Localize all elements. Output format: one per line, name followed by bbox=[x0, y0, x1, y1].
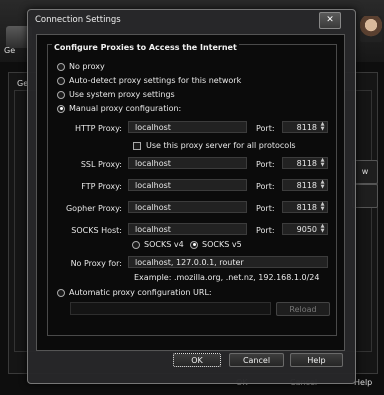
ftp-proxy-input[interactable]: localhost bbox=[128, 179, 247, 191]
socks-host-label: SOCKS Host: bbox=[71, 226, 122, 235]
no-proxy-for-label: No Proxy for: bbox=[70, 259, 122, 268]
http-port-stepper[interactable]: 8118 ▲ ▼ bbox=[282, 121, 328, 133]
socks-v5-option[interactable]: SOCKS v5 bbox=[190, 240, 242, 249]
gopher-port-label: Port: bbox=[256, 204, 275, 213]
ssl-proxy-input[interactable]: localhost bbox=[128, 157, 247, 169]
manual-proxy-radio[interactable] bbox=[57, 104, 65, 113]
auto-url-radio[interactable] bbox=[57, 288, 65, 297]
titlebar[interactable]: Connection Settings ✕ bbox=[28, 10, 355, 30]
stepper-arrows-icon[interactable]: ▲ ▼ bbox=[319, 122, 326, 132]
system-proxy-label: Use system proxy settings bbox=[69, 90, 175, 99]
socks-v5-label: SOCKS v5 bbox=[202, 240, 242, 249]
help-button[interactable]: Help bbox=[290, 353, 343, 367]
reload-button[interactable]: Reload bbox=[276, 302, 330, 316]
ok-button[interactable]: OK bbox=[173, 353, 221, 367]
socks-v4-option[interactable]: SOCKS v4 bbox=[132, 240, 184, 249]
system-proxy-radio[interactable] bbox=[57, 90, 65, 99]
no-proxy-for-input[interactable]: localhost, 127.0.0.1, router bbox=[128, 256, 328, 268]
http-port-value: 8118 bbox=[296, 123, 317, 132]
auto-url-input[interactable] bbox=[70, 302, 271, 315]
stepper-arrows-icon[interactable]: ▲ ▼ bbox=[319, 202, 326, 212]
manual-proxy-option[interactable]: Manual proxy configuration: bbox=[57, 104, 181, 113]
ftp-port-value: 8118 bbox=[296, 181, 317, 190]
group-title: Configure Proxies to Access the Internet bbox=[52, 43, 239, 52]
ssl-port-label: Port: bbox=[256, 160, 275, 169]
http-proxy-input[interactable]: localhost bbox=[128, 121, 247, 133]
stepper-arrows-icon[interactable]: ▲ ▼ bbox=[319, 180, 326, 190]
auto-detect-label: Auto-detect proxy settings for this netw… bbox=[69, 76, 242, 85]
auto-detect-radio[interactable] bbox=[57, 76, 65, 85]
gopher-port-stepper[interactable]: 8118 ▲ ▼ bbox=[282, 201, 328, 213]
example-hint: Example: .mozilla.org, .net.nz, 192.168.… bbox=[134, 273, 320, 282]
cancel-button[interactable]: Cancel bbox=[229, 353, 284, 367]
background-help[interactable]: Help bbox=[354, 378, 372, 387]
system-proxy-option[interactable]: Use system proxy settings bbox=[57, 90, 175, 99]
socks-v5-radio[interactable] bbox=[190, 240, 198, 249]
socks-port-stepper[interactable]: 9050 ▲ ▼ bbox=[282, 223, 328, 235]
gopher-port-value: 8118 bbox=[296, 203, 317, 212]
gopher-proxy-label: Gopher Proxy: bbox=[65, 204, 122, 213]
background-toolbar-label: Ge bbox=[4, 46, 16, 55]
http-port-label: Port: bbox=[256, 124, 275, 133]
ssl-port-value: 8118 bbox=[296, 159, 317, 168]
no-proxy-radio[interactable] bbox=[57, 62, 65, 71]
socks-v4-radio[interactable] bbox=[132, 240, 140, 249]
ftp-port-stepper[interactable]: 8118 ▲ ▼ bbox=[282, 179, 328, 191]
ssl-port-stepper[interactable]: 8118 ▲ ▼ bbox=[282, 157, 328, 169]
ssl-proxy-label: SSL Proxy: bbox=[80, 160, 122, 169]
no-proxy-label: No proxy bbox=[69, 62, 105, 71]
no-proxy-option[interactable]: No proxy bbox=[57, 62, 105, 71]
auto-url-option[interactable]: Automatic proxy configuration URL: bbox=[57, 288, 212, 297]
ftp-proxy-label: FTP Proxy: bbox=[81, 182, 122, 191]
socks-port-value: 9050 bbox=[296, 225, 317, 234]
close-button[interactable]: ✕ bbox=[319, 12, 341, 29]
ftp-port-label: Port: bbox=[256, 182, 275, 191]
auto-url-label: Automatic proxy configuration URL: bbox=[69, 288, 212, 297]
http-proxy-label: HTTP Proxy: bbox=[74, 124, 122, 133]
socks-host-input[interactable]: localhost bbox=[128, 223, 247, 235]
auto-detect-option[interactable]: Auto-detect proxy settings for this netw… bbox=[57, 76, 241, 85]
gopher-proxy-input[interactable]: localhost bbox=[128, 201, 247, 213]
same-proxy-checkbox[interactable] bbox=[133, 142, 141, 150]
same-proxy-label: Use this proxy server for all protocols bbox=[146, 141, 296, 150]
socks-v4-label: SOCKS v4 bbox=[144, 240, 184, 249]
socks-port-label: Port: bbox=[256, 226, 275, 235]
dialog-title: Connection Settings bbox=[35, 15, 121, 25]
manual-proxy-label: Manual proxy configuration: bbox=[69, 104, 182, 113]
close-icon: ✕ bbox=[326, 15, 334, 25]
avatar bbox=[360, 16, 382, 42]
stepper-arrows-icon[interactable]: ▲ ▼ bbox=[319, 158, 326, 168]
stepper-arrows-icon[interactable]: ▲ ▼ bbox=[319, 224, 326, 234]
